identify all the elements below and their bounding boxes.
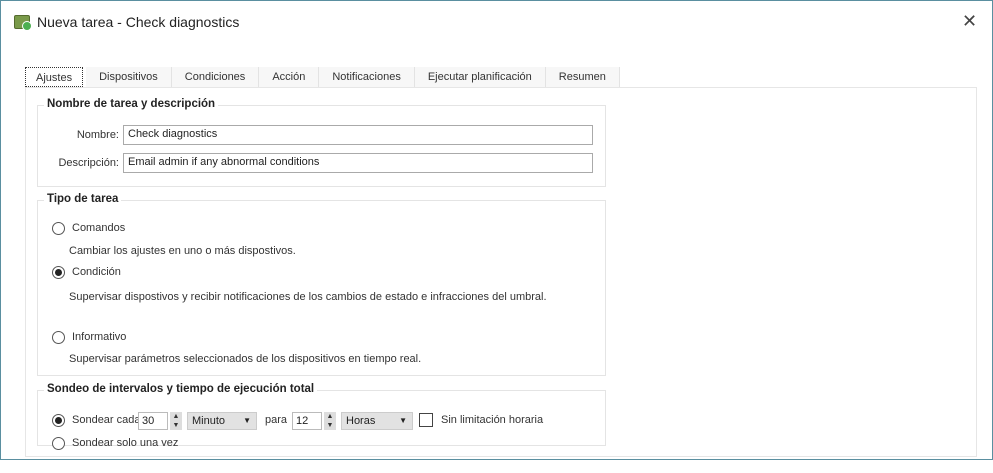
condicion-description: Supervisar dispostivos y recibir notific… <box>69 291 547 303</box>
radio-poll-once[interactable] <box>52 437 65 450</box>
close-icon[interactable]: ✕ <box>962 11 977 32</box>
poll-every-label[interactable]: Sondear cada <box>72 414 141 426</box>
for-label: para <box>265 414 288 426</box>
poll-interval-stepper[interactable]: ▲ ▼ <box>170 412 182 430</box>
polling-title: Sondeo de intervalos y tiempo de ejecuci… <box>44 383 318 395</box>
informativo-label[interactable]: Informativo <box>72 331 126 343</box>
task-dialog: Nueva tarea - Check diagnostics ✕ Ajuste… <box>0 0 993 460</box>
poll-unit-value: Minuto <box>192 415 226 427</box>
radio-informativo[interactable] <box>52 331 65 344</box>
tab-dispositivos[interactable]: Dispositivos <box>86 67 172 87</box>
window-title: Nueva tarea - Check diagnostics <box>37 14 240 30</box>
app-icon <box>14 15 32 31</box>
radio-poll-every[interactable] <box>52 414 65 427</box>
poll-once-label[interactable]: Sondear solo una vez <box>72 437 178 449</box>
name-label: Nombre: <box>76 129 119 141</box>
chevron-down-icon: ▼ <box>399 416 407 425</box>
description-label: Descripción: <box>58 157 119 169</box>
comandos-description: Cambiar los ajustes en uno o más dispost… <box>69 245 296 257</box>
poll-interval-input[interactable]: 30 <box>138 412 168 430</box>
tab-bar: Ajustes Dispositivos Condiciones Acción … <box>25 67 620 87</box>
description-input[interactable]: Email admin if any abnormal conditions <box>123 153 593 173</box>
tab-resumen[interactable]: Resumen <box>545 67 620 87</box>
condicion-label[interactable]: Condición <box>72 266 121 278</box>
poll-unit-select[interactable]: Minuto ▼ <box>187 412 257 430</box>
duration-unit-value: Horas <box>346 415 376 427</box>
name-group-title: Nombre de tarea y descripción <box>44 98 219 110</box>
duration-stepper[interactable]: ▲ ▼ <box>324 412 336 430</box>
duration-unit-select[interactable]: Horas ▼ <box>341 412 413 430</box>
radio-condicion[interactable] <box>52 266 65 279</box>
tab-ajustes[interactable]: Ajustes <box>25 67 84 87</box>
radio-comandos[interactable] <box>52 222 65 235</box>
tab-accion[interactable]: Acción <box>259 67 320 87</box>
title-bar: Nueva tarea - Check diagnostics ✕ <box>1 1 992 43</box>
duration-input[interactable]: 12 <box>292 412 322 430</box>
name-input[interactable]: Check diagnostics <box>123 125 593 145</box>
no-time-limit-checkbox[interactable] <box>419 413 433 427</box>
tab-ejecutar-planificacion[interactable]: Ejecutar planificación <box>414 67 546 87</box>
comandos-label[interactable]: Comandos <box>72 222 125 234</box>
task-type-title: Tipo de tarea <box>44 193 122 205</box>
chevron-down-icon: ▼ <box>243 416 251 425</box>
informativo-description: Supervisar parámetros seleccionados de l… <box>69 353 422 365</box>
no-time-limit-label[interactable]: Sin limitación horaria <box>441 414 543 426</box>
tab-notificaciones[interactable]: Notificaciones <box>319 67 415 87</box>
name-group: Nombre de tarea y descripción <box>37 98 606 187</box>
tab-condiciones[interactable]: Condiciones <box>171 67 260 87</box>
